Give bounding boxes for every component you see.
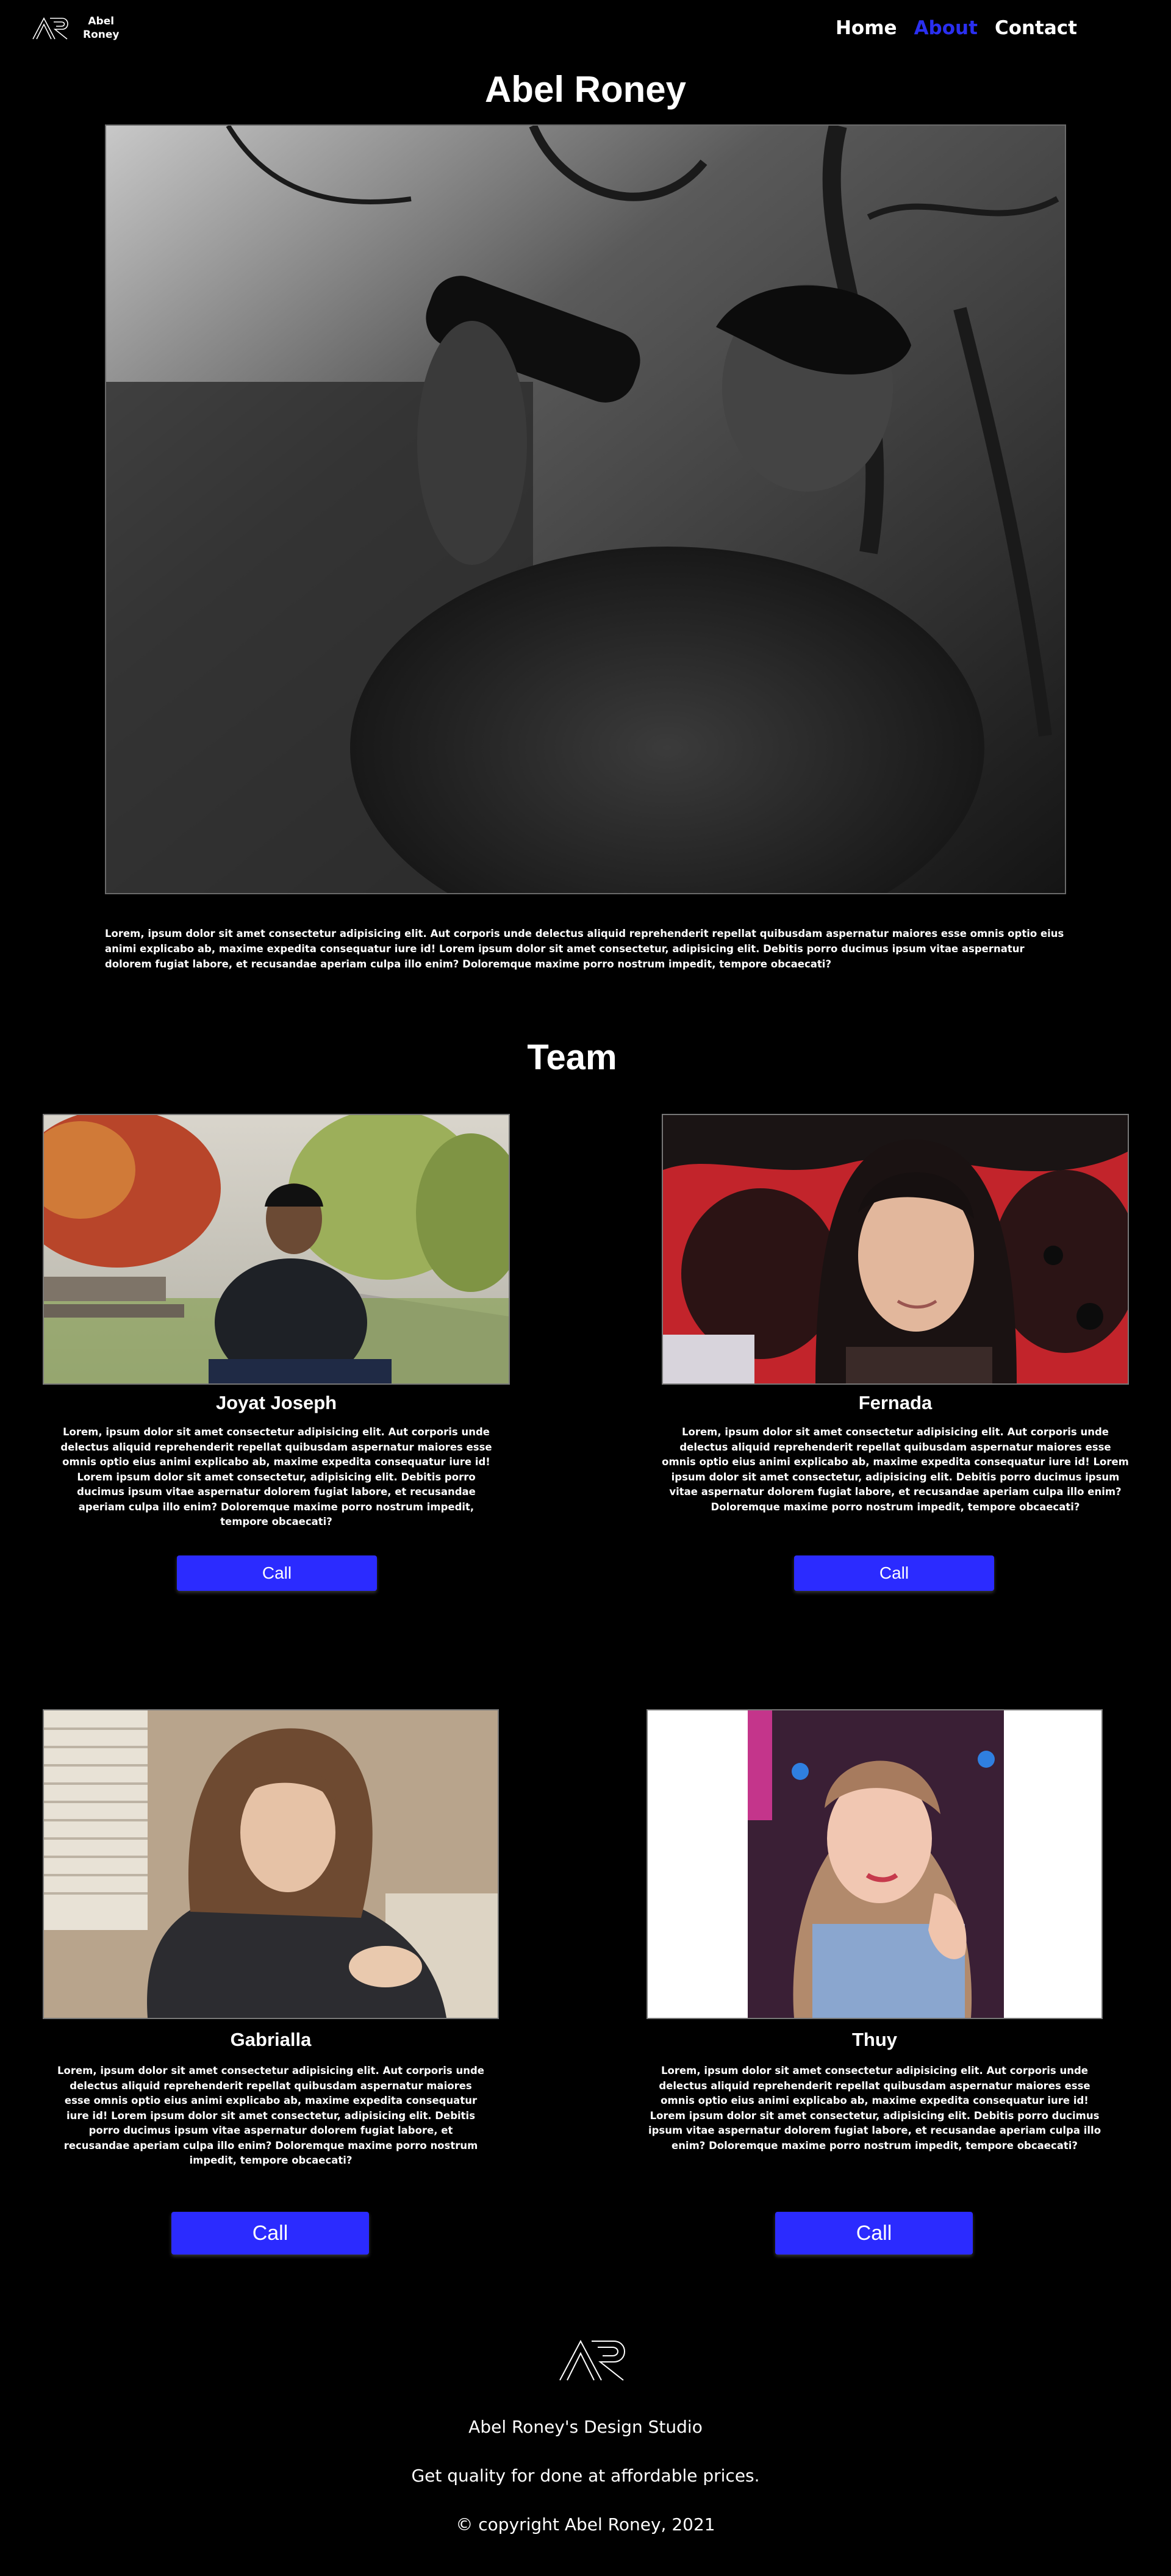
main-nav: Home About Contact xyxy=(836,17,1077,39)
member-bio: Lorem, ipsum dolor sit amet consectetur … xyxy=(662,1426,1129,1513)
brand-name: Abel Roney xyxy=(83,15,119,41)
call-button[interactable]: Call xyxy=(794,1555,994,1591)
ar-logo-icon xyxy=(32,17,68,40)
nav-home-link[interactable]: Home xyxy=(836,17,897,39)
member-name: Thuy xyxy=(851,2029,898,2050)
member-bio: Lorem, ipsum dolor sit amet consectetur … xyxy=(57,2065,484,2166)
member-photo-fernada xyxy=(662,1114,1129,1385)
call-button[interactable]: Call xyxy=(775,2212,973,2255)
ar-logo-icon xyxy=(559,2339,625,2381)
copyright: © copyright Abel Roney, 2021 xyxy=(456,2514,715,2535)
page-title: Abel Roney xyxy=(484,69,687,110)
brand-name-line1: Abel xyxy=(88,15,115,27)
call-button[interactable]: Call xyxy=(177,1555,377,1591)
brand-name-line2: Roney xyxy=(83,29,120,41)
member-bio: Lorem, ipsum dolor sit amet consectetur … xyxy=(648,2065,1101,2151)
member-name: Gabrialla xyxy=(230,2029,312,2050)
site-header: Abel Roney Home About Contact xyxy=(0,0,1171,61)
brand-logo[interactable]: Abel Roney xyxy=(32,15,119,41)
member-photo-joyat xyxy=(43,1114,510,1385)
footer-logo xyxy=(557,2337,633,2384)
call-button[interactable]: Call xyxy=(171,2212,369,2255)
about-paragraph: Lorem, ipsum dolor sit amet consectetur … xyxy=(105,928,1064,970)
nav-contact-link[interactable]: Contact xyxy=(995,17,1077,39)
nav-about-link[interactable]: About xyxy=(914,17,978,39)
member-photo-thuy xyxy=(646,1709,1103,2019)
member-name: Fernada xyxy=(858,1392,933,1413)
member-bio: Lorem, ipsum dolor sit amet consectetur … xyxy=(60,1426,492,1527)
member-photo-gabrialla xyxy=(43,1709,499,2019)
studio-name: Abel Roney's Design Studio xyxy=(468,2417,703,2437)
member-name: Joyat Joseph xyxy=(215,1392,337,1413)
footer-tagline: Get quality for done at affordable price… xyxy=(411,2466,760,2486)
hero-photo xyxy=(105,124,1066,894)
team-heading: Team xyxy=(527,1038,617,1077)
